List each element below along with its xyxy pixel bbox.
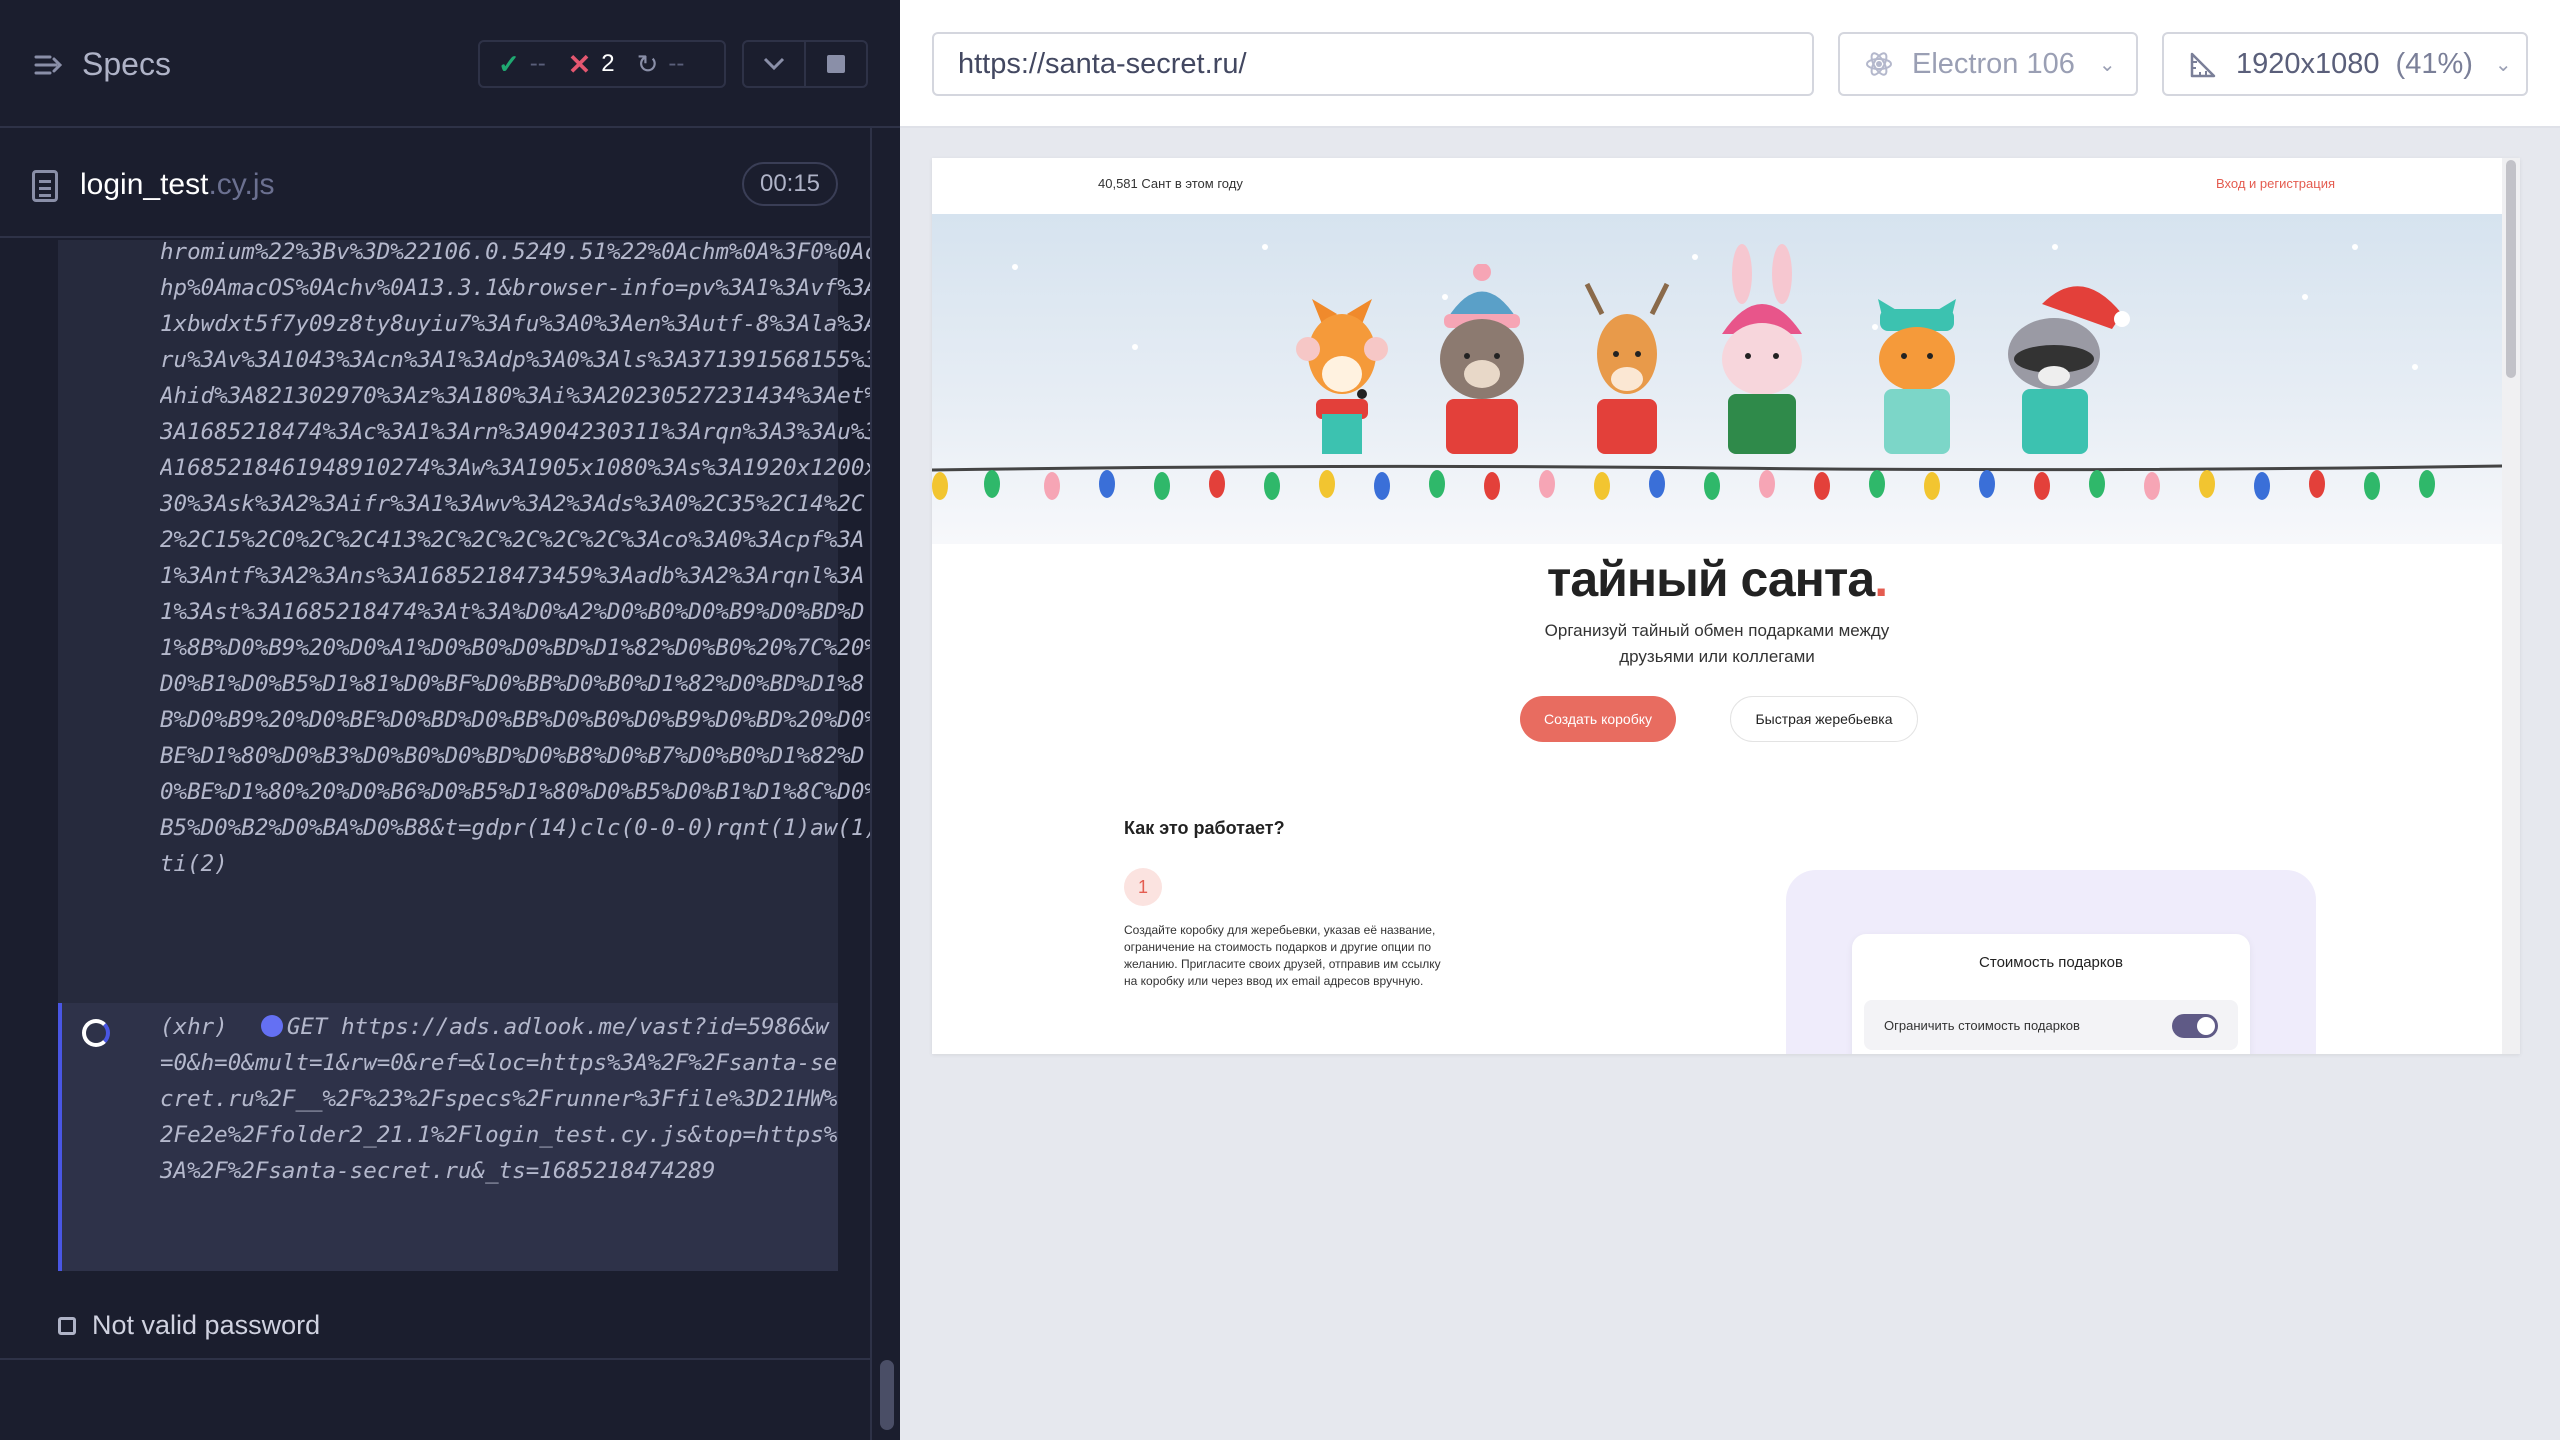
site-title-text: тайный санта	[1546, 551, 1875, 607]
stop-icon	[827, 55, 845, 73]
ruler-icon	[2190, 52, 2216, 78]
specs-list-icon	[34, 55, 63, 74]
spec-ext-text: .cy.js	[208, 168, 275, 201]
limit-cost-toggle[interactable]	[2172, 1014, 2218, 1038]
site-header: 40,581 Сант в этом году Вход и регистрац…	[932, 158, 2502, 214]
scrollbar-thumb[interactable]	[880, 1360, 894, 1430]
hero-illustration	[932, 214, 2502, 544]
test-title: Not valid password	[92, 1310, 321, 1340]
spec-file-row[interactable]: login_test.cy.js 00:15	[0, 128, 870, 238]
reporter-scrollbar[interactable]	[870, 128, 900, 1440]
santa-count: 40,581 Сант в этом году	[1098, 176, 1243, 191]
step-number: 1	[1124, 868, 1162, 906]
loading-spinner-icon	[82, 1019, 110, 1047]
spec-name-text: login_test	[80, 168, 209, 201]
title-dot: .	[1874, 551, 1888, 607]
x-icon: ✕	[567, 48, 592, 80]
test-status-icon	[58, 1316, 76, 1335]
login-link[interactable]: Вход и регистрация	[2216, 176, 2335, 191]
passed-stat: ✓ --	[498, 49, 546, 80]
browser-name: Electron 106	[1912, 47, 2075, 80]
test-stats: ✓ -- ✕ 2 ↻ --	[478, 40, 726, 88]
specs-button[interactable]: Specs	[32, 46, 171, 83]
command-log: hromium%22%3Bv%3D%22106.0.5249.51%22%0Ac…	[58, 239, 878, 1271]
xhr-command-text: (xhr) GET https://ads.adlook.me/vast?id=…	[160, 1009, 840, 1189]
run-controls	[742, 40, 868, 88]
xhr-command-row[interactable]: (xhr) GET https://ads.adlook.me/vast?id=…	[58, 1003, 838, 1271]
failed-stat: ✕ 2	[568, 48, 615, 81]
expand-button[interactable]	[744, 42, 804, 86]
scrollbar-thumb[interactable]	[2506, 160, 2516, 378]
aut-panel: https://santa-secret.ru/ Electron 106 ⌄ …	[900, 0, 2560, 1440]
limit-cost-label: Ограничить стоимость подарков	[1884, 1018, 2080, 1033]
reporter-panel: Specs ✓ -- ✕ 2 ↻ -- login_test.cy.js 00:…	[0, 0, 900, 1440]
chevron-down-icon: ⌄	[2494, 53, 2512, 76]
failed-count: 2	[601, 50, 615, 77]
app-iframe: 40,581 Сант в этом году Вход и регистрац…	[932, 158, 2520, 1054]
viewport-scale: (41%)	[2395, 47, 2473, 80]
create-box-button[interactable]: Создать коробку	[1520, 696, 1676, 742]
duration-badge: 00:15	[742, 162, 838, 206]
site-subtitle: Организуй тайный обмен подарками между д…	[1544, 621, 1890, 666]
document-icon	[32, 170, 58, 202]
electron-icon	[1866, 52, 1892, 76]
aut-header: https://santa-secret.ru/ Electron 106 ⌄ …	[900, 0, 2560, 128]
chevron-down-icon: ⌄	[2098, 53, 2116, 76]
limit-cost-option: Ограничить стоимость подарков	[1864, 1000, 2238, 1050]
check-icon: ✓	[498, 48, 520, 79]
status-dot-icon	[260, 1015, 283, 1037]
browser-selector[interactable]: Electron 106 ⌄	[1838, 32, 2138, 96]
viewport-selector[interactable]: 1920x1080 (41%) ⌄	[2162, 32, 2528, 96]
passed-count: --	[529, 50, 546, 77]
previous-command-url: hromium%22%3Bv%3D%22106.0.5249.51%22%0Ac…	[160, 239, 878, 877]
test-item[interactable]: Not valid password	[58, 1310, 320, 1341]
step-description: Создайте коробку для жеребьевки, указав …	[1124, 923, 1441, 988]
divider	[0, 1358, 870, 1360]
demo-title: Стоимость подарков	[1979, 954, 2123, 971]
how-it-works-title: Как это работает?	[1124, 818, 1285, 838]
reporter-header: Specs ✓ -- ✕ 2 ↻ --	[0, 0, 900, 128]
pending-icon: ↻	[636, 48, 659, 79]
spec-file-name: login_test.cy.js	[80, 168, 275, 202]
xhr-type: (xhr)	[160, 1014, 228, 1040]
stop-button[interactable]	[804, 42, 866, 86]
url-bar[interactable]: https://santa-secret.ru/	[932, 32, 1814, 96]
pending-stat: ↻ --	[637, 49, 685, 80]
demo-inner-card: Стоимость подарков Ограничить стоимость …	[1852, 934, 2250, 1054]
viewport-size: 1920x1080	[2236, 47, 2380, 80]
iframe-scrollbar[interactable]	[2502, 158, 2520, 1054]
chevron-down-icon	[763, 57, 785, 71]
specs-label: Specs	[82, 46, 171, 82]
xhr-url: https://ads.adlook.me/vast?id=5986&w=0&h…	[160, 1014, 838, 1184]
pending-count: --	[668, 50, 685, 77]
xhr-method: GET	[286, 1014, 328, 1040]
quick-draw-button[interactable]: Быстрая жеребьевка	[1730, 696, 1918, 742]
garland-lights-icon	[932, 464, 2502, 500]
demo-card: Стоимость подарков Ограничить стоимость …	[1786, 870, 2316, 1054]
site-title: тайный санта.	[932, 550, 2502, 608]
